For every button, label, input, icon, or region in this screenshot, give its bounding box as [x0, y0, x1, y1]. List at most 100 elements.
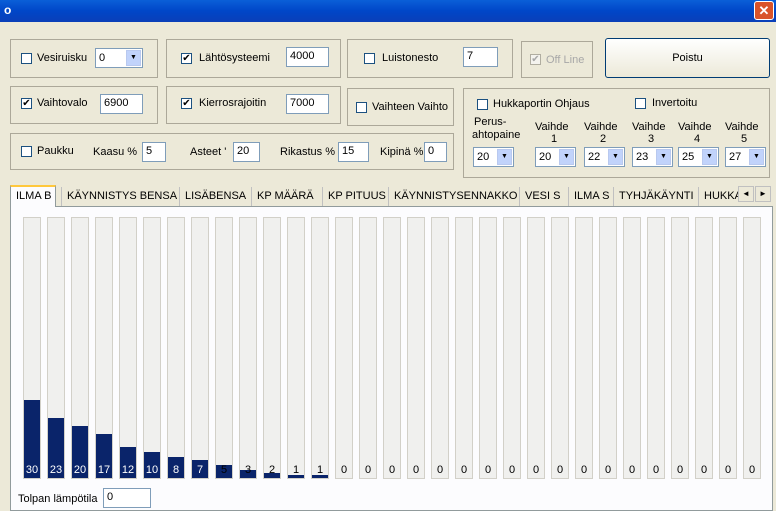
asteet-input[interactable]: 20 [233, 142, 260, 162]
gear-1-number: 1 [551, 133, 558, 145]
kaasu-label: Kaasu % [93, 146, 138, 158]
bar-column[interactable]: 12 [119, 217, 137, 479]
title-bar: o ✕ [0, 0, 776, 22]
bar-column[interactable]: 0 [407, 217, 425, 479]
bar-column[interactable]: 0 [599, 217, 617, 479]
tab-6[interactable]: VESI S [519, 187, 564, 207]
bar-column[interactable]: 0 [359, 217, 377, 479]
vesiruisku-label: Vesiruisku [37, 52, 88, 64]
chevron-down-icon[interactable]: ▼ [749, 149, 764, 165]
bar-column[interactable]: 1 [287, 217, 305, 479]
bar-value: 0 [364, 464, 372, 476]
tab-1[interactable]: KÄYNNISTYS BENSA [61, 187, 181, 207]
gear-3-select[interactable]: 23 ▼ [632, 147, 673, 167]
bar-column[interactable]: 30 [23, 217, 41, 479]
tab-8[interactable]: TYHJÄKÄYNTI [613, 187, 698, 207]
bar-column[interactable]: 1 [311, 217, 329, 479]
scroll-right-icon[interactable]: ► [755, 186, 771, 202]
bar-value: 0 [628, 464, 636, 476]
chevron-down-icon[interactable]: ▼ [559, 149, 574, 165]
vaihtovalo-input[interactable]: 6900 [100, 94, 143, 114]
bar-column[interactable]: 0 [455, 217, 473, 479]
bar-value: 23 [49, 464, 63, 476]
tab-5[interactable]: KÄYNNISTYSENNAKKO [388, 187, 521, 207]
kipina-label: Kipinä % [380, 146, 424, 158]
kaasu-input[interactable]: 5 [142, 142, 166, 162]
tab-0[interactable]: ILMA B [10, 185, 57, 207]
bar-value: 0 [700, 464, 708, 476]
bar-column[interactable]: 5 [215, 217, 233, 479]
bar-column[interactable]: 23 [47, 217, 65, 479]
tolpan-lampotila-input[interactable]: 0 [103, 488, 151, 508]
bar-column[interactable]: 0 [503, 217, 521, 479]
bar-column[interactable]: 20 [71, 217, 89, 479]
bar-value: 20 [73, 464, 87, 476]
bar-value: 12 [121, 464, 135, 476]
bar-column[interactable]: 2 [263, 217, 281, 479]
lahtosysteemi-input[interactable]: 4000 [286, 47, 329, 67]
bar-column[interactable]: 0 [383, 217, 401, 479]
bar-column[interactable]: 0 [623, 217, 641, 479]
bar-column[interactable]: 0 [743, 217, 761, 479]
bar-value: 7 [196, 464, 204, 476]
rikastus-input[interactable]: 15 [338, 142, 369, 162]
chevron-down-icon[interactable]: ▼ [608, 149, 623, 165]
luistonesto-label: Luistonesto [382, 52, 439, 64]
bar-column[interactable]: 0 [695, 217, 713, 479]
bar-column[interactable]: 7 [191, 217, 209, 479]
bar-column[interactable]: 8 [167, 217, 185, 479]
bar-column[interactable]: 0 [647, 217, 665, 479]
poistu-button[interactable]: Poistu [605, 38, 770, 78]
vesiruisku-select[interactable]: 0 ▼ [95, 48, 143, 68]
gear-2-label: Vaihde [584, 121, 618, 133]
bar-value: 0 [340, 464, 348, 476]
bar-value: 0 [652, 464, 660, 476]
tab-3[interactable]: KP MÄÄRÄ [251, 187, 318, 207]
chevron-down-icon[interactable]: ▼ [656, 149, 671, 165]
kierrosrajoitin-input[interactable]: 7000 [286, 94, 329, 114]
perus-select[interactable]: 20 ▼ [473, 147, 514, 167]
vaihteen-vaihto-checkbox[interactable] [356, 102, 367, 113]
close-button[interactable]: ✕ [754, 1, 774, 20]
kipina-input[interactable]: 0 [424, 142, 447, 162]
bar-value: 0 [508, 464, 516, 476]
invertoitu-checkbox[interactable] [635, 98, 646, 109]
luistonesto-checkbox[interactable] [364, 53, 375, 64]
bar-column[interactable]: 0 [431, 217, 449, 479]
gear-4-select[interactable]: 25 ▼ [678, 147, 719, 167]
lahtosysteemi-checkbox[interactable]: ✔ [181, 53, 192, 64]
chevron-down-icon[interactable]: ▼ [126, 50, 141, 66]
bar-column[interactable]: 3 [239, 217, 257, 479]
scroll-left-icon[interactable]: ◄ [738, 186, 754, 202]
bar-value: 17 [97, 464, 111, 476]
gear-2-select[interactable]: 22 ▼ [584, 147, 625, 167]
luistonesto-input[interactable]: 7 [463, 47, 498, 67]
bar-column[interactable]: 17 [95, 217, 113, 479]
tab-2[interactable]: LISÄBENSA [179, 187, 250, 207]
vaihteen-vaihto-label: Vaihteen Vaihto [372, 101, 449, 113]
bar-column[interactable]: 0 [527, 217, 545, 479]
bar-column[interactable]: 0 [335, 217, 353, 479]
bar-column[interactable]: 0 [551, 217, 569, 479]
vaihtovalo-checkbox[interactable]: ✔ [21, 98, 32, 109]
chevron-down-icon[interactable]: ▼ [497, 149, 512, 165]
chevron-down-icon[interactable]: ▼ [702, 149, 717, 165]
gear-5-select[interactable]: 27 ▼ [725, 147, 766, 167]
tab-7[interactable]: ILMA S [568, 187, 613, 207]
paukku-checkbox[interactable] [21, 146, 32, 157]
bar-column[interactable]: 0 [671, 217, 689, 479]
hukkaportin-ohjaus-checkbox[interactable] [477, 99, 488, 110]
gear-1-select[interactable]: 20 ▼ [535, 147, 576, 167]
gear-1-select-value: 20 [539, 151, 552, 163]
tab-4[interactable]: KP PITUUS [322, 187, 390, 207]
vesiruisku-select-value: 0 [99, 52, 106, 64]
bar-column[interactable]: 10 [143, 217, 161, 479]
vesiruisku-checkbox[interactable] [21, 53, 32, 64]
bar-value: 1 [292, 464, 300, 476]
bar-column[interactable]: 0 [575, 217, 593, 479]
bar-value: 0 [436, 464, 444, 476]
bar-column[interactable]: 0 [719, 217, 737, 479]
bar-value: 0 [556, 464, 564, 476]
kierrosrajoitin-checkbox[interactable]: ✔ [181, 98, 192, 109]
bar-column[interactable]: 0 [479, 217, 497, 479]
